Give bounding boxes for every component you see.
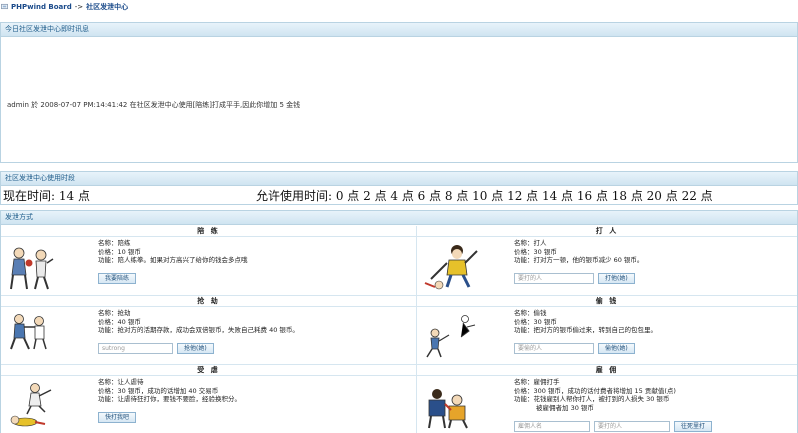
breadcrumb-separator: -> [74,2,84,11]
beat-target-input[interactable]: 要打的人 [514,273,594,284]
time-panel: 社区发泄中心使用时段 现在时间: 14 点 允许使用时间: 0 点 2 点 4 … [0,171,798,205]
rob-target-input[interactable]: sutrong [98,343,173,354]
breadcrumb-current-link[interactable]: 社区发泄中心 [86,2,128,12]
spar-button[interactable]: 我要陪练 [98,273,137,284]
mode-abuse: 受 虐 名称：让人虐待 价格：30 银币，成功的话增加 40 交易币 功能：让虐… [1,365,417,433]
breadcrumb: PHPwind Board -> 社区发泄中心 [0,0,798,13]
mode-steal: 偷 钱 名称：偷钱 价格：30 银币 功能：把对方的银币偷过来，转到自己的包包里… [417,296,797,364]
mode-beat: 打 人 名称：打人 价格：30 银币 功能：打对方一顿，他的银币减少 60 银币… [417,226,797,295]
allowed-times: 允许使用时间: 0 点 2 点 4 点 6 点 8 点 10 点 12 点 14… [256,189,713,203]
robbery-icon [10,314,47,350]
mode-steal-name: 名称：偷钱 [514,309,547,317]
mode-abuse-price: 价格：30 银币，成功的话增加 40 交易币 [98,386,219,395]
breadcrumb-root-link[interactable]: PHPwind Board [11,3,72,11]
beat-button[interactable]: 打他(她) [598,273,635,284]
hire-target-input[interactable]: 要打的人 [594,421,670,432]
mode-spar-name: 名称：陪练 [98,239,131,247]
mode-steal-function: 功能：把对方的银币偷过来，转到自己的包包里。 [514,326,657,334]
mode-rob-name: 名称：抢劫 [98,309,131,317]
mode-hire: 雇 佣 名称：雇佣打手 价格：300 银币，成功的话付费者将增加 15 贡献值(… [417,365,797,433]
rob-button[interactable]: 抢他(她) [177,343,214,354]
abuse-icon [10,383,52,427]
hire-button[interactable]: 往死里打 [674,421,713,432]
mode-rob-title: 抢 劫 [1,296,416,307]
stealing-icon [426,315,476,358]
modes-panel: 发泄方式 陪 练 名称：陪练 价格：10 银币 功能：陪人练拳。如果对方高兴了给… [0,210,798,433]
mode-spar: 陪 练 名称：陪练 价格：10 银币 功能：陪人练拳。如果对方高兴了给你的钱会多… [1,226,417,295]
mode-spar-function: 功能：陪人练拳。如果对方高兴了给你的钱会多点哦 [98,256,248,264]
board-home-icon [1,3,8,10]
mode-hire-title: 雇 佣 [417,365,797,376]
steal-button[interactable]: 偷他(她) [598,343,635,354]
mode-steal-price: 价格：30 银币 [514,317,557,326]
hit-me-button[interactable]: 快打我吧 [98,412,137,423]
mode-beat-name: 名称：打人 [514,239,547,247]
news-panel: 今日社区发泄中心即时讯息 admin 於 2008-07-07 PM:14:41… [0,22,798,163]
news-panel-title: 今日社区发泄中心即时讯息 [1,23,797,37]
mode-spar-price: 价格：10 银币 [98,247,141,256]
mode-beat-price: 价格：30 银币 [514,247,557,256]
mode-abuse-name: 名称：让人虐待 [98,378,144,386]
mode-rob-function: 功能：抢对方的活期存款，成功会双倍银币，失败自己耗费 40 银币。 [98,326,299,334]
mode-hire-function: 功能：花钱雇别人帮你打人，被打到的人损失 30 银币 [514,395,670,403]
mode-abuse-title: 受 虐 [1,365,416,376]
mode-rob: 抢 劫 名称：抢劫 价格：40 银币 功能：抢对方的活期存款，成功会双倍银币，失… [1,296,417,364]
mode-abuse-function: 功能：让虐待狂打你，要钱不要脸，经验换积分。 [98,395,241,403]
current-time: 现在时间: 14 点 [3,189,90,203]
hire-thug-input[interactable]: 雇佣人名 [514,421,590,432]
hired-thug-icon [428,389,468,429]
mode-hire-name: 名称：雇佣打手 [514,378,560,386]
mode-beat-title: 打 人 [417,226,797,237]
steal-target-input[interactable]: 要偷的人 [514,343,594,354]
news-message: admin 於 2008-07-07 PM:14:41:42 在社区发泄中心使用… [7,101,301,109]
beating-icon [424,245,478,290]
mode-rob-price: 价格：40 银币 [98,317,141,326]
time-panel-title: 社区发泄中心使用时段 [1,172,797,186]
mode-spar-title: 陪 练 [1,226,416,237]
mode-beat-function: 功能：打对方一顿，他的银币减少 60 银币。 [514,256,644,264]
sparring-icon [10,247,54,290]
mode-hire-function-extra: 被雇佣者加 30 银币 [536,403,594,412]
modes-panel-title: 发泄方式 [1,211,797,225]
mode-steal-title: 偷 钱 [417,296,797,307]
mode-hire-price: 价格：300 银币，成功的话付费者将增加 15 贡献值(点) [514,386,676,395]
